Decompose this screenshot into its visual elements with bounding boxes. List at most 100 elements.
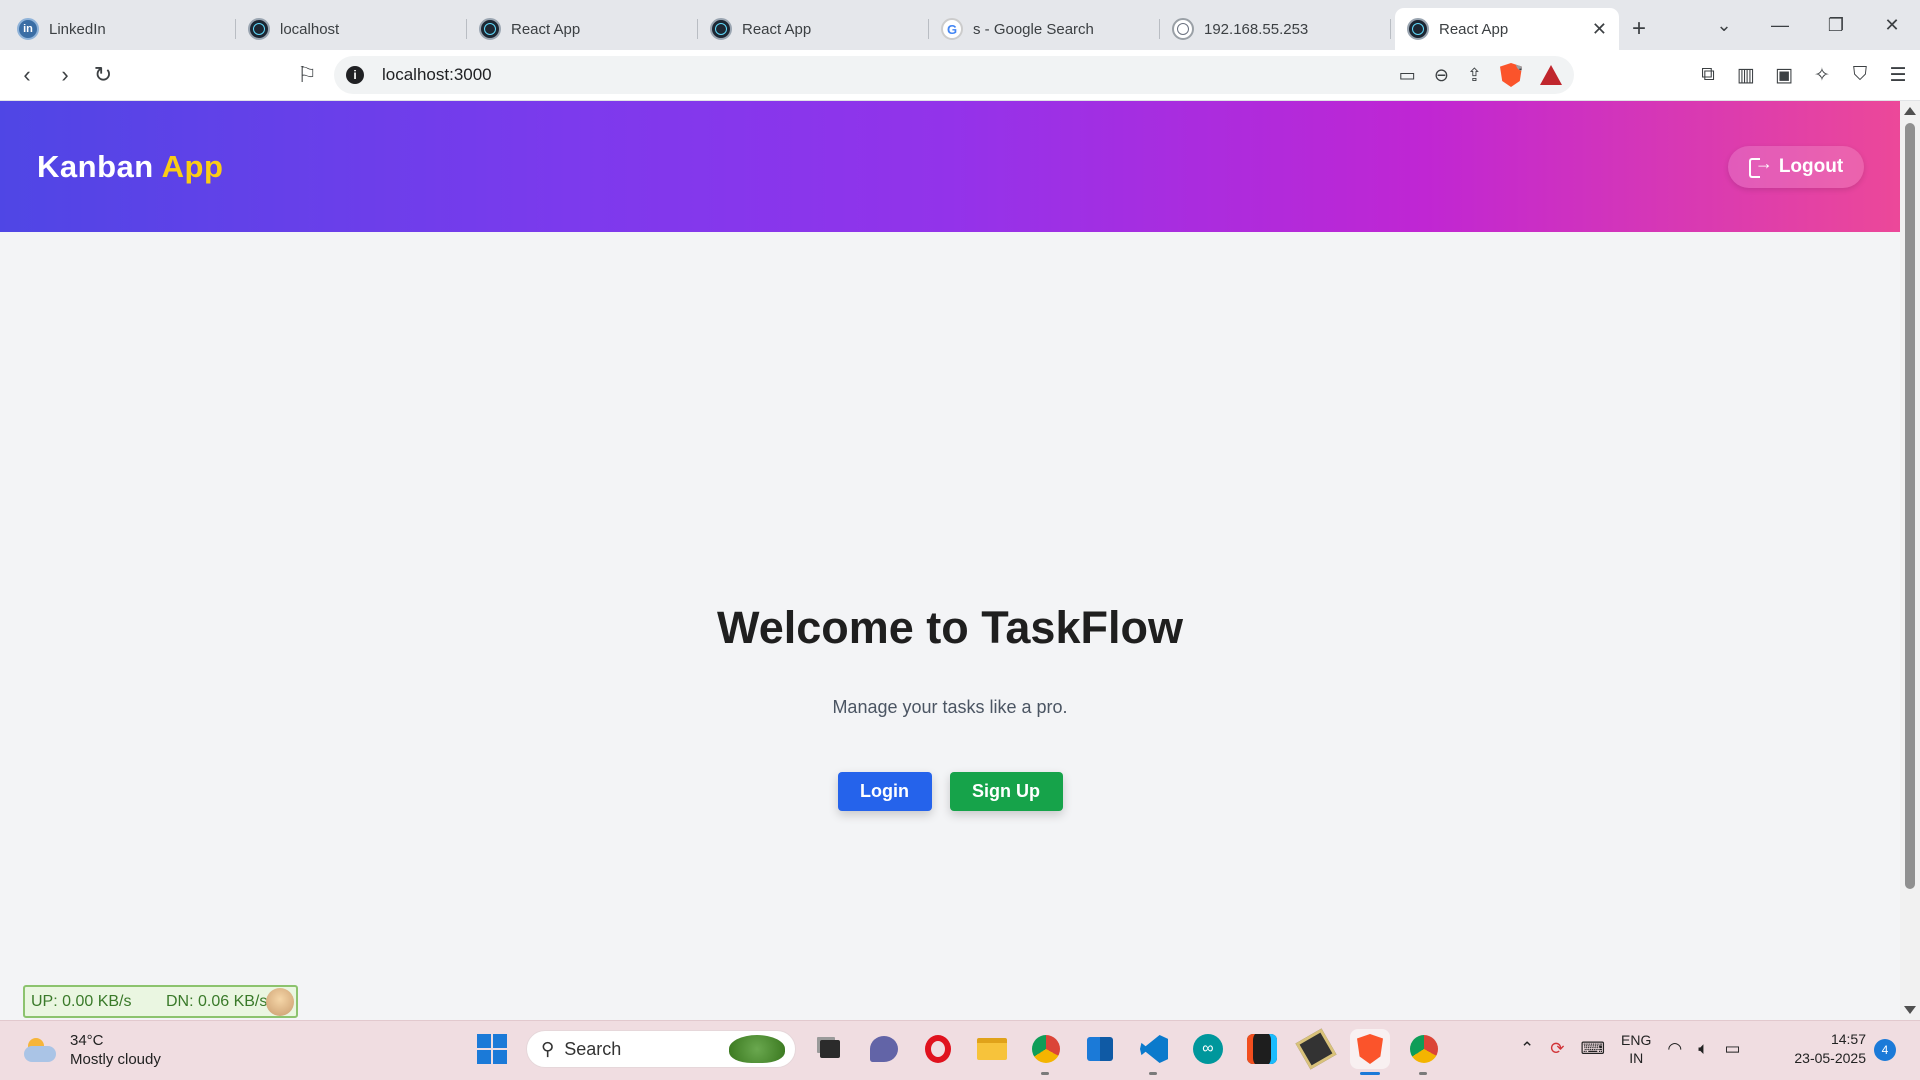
new-tab-button[interactable]: + (1619, 8, 1659, 50)
leo-ai-icon[interactable]: ✧ (1810, 64, 1834, 87)
signup-button[interactable]: Sign Up (949, 772, 1063, 811)
tab-title: localhost (280, 20, 340, 38)
close-window-icon[interactable]: ✕ (1864, 15, 1920, 36)
task-view-icon[interactable] (810, 1029, 850, 1069)
react-icon (1407, 18, 1429, 40)
auth-buttons: Login Sign Up (0, 772, 1900, 811)
wallet-icon[interactable]: ▣ (1772, 64, 1796, 87)
search-highlight-turtle-icon (729, 1035, 785, 1063)
brand-main: Kanban (37, 149, 154, 184)
menu-icon[interactable]: ☰ (1886, 64, 1910, 87)
scroll-thumb[interactable] (1905, 123, 1915, 889)
brand-logo[interactable]: Kanban App (37, 149, 223, 185)
zoom-out-icon[interactable]: ⊖ (1434, 65, 1449, 86)
tab-google-search[interactable]: G s - Google Search (929, 8, 1160, 50)
globe-icon (1172, 18, 1194, 40)
partly-cloudy-icon (24, 1038, 58, 1062)
login-button[interactable]: Login (837, 772, 932, 811)
extensions-icon[interactable]: ⧉ (1696, 64, 1720, 86)
window-controls: ⌄ — ❐ ✕ (1696, 0, 1920, 50)
download-speed: DN: 0.06 KB/s (166, 992, 268, 1010)
tab-linkedin[interactable]: in LinkedIn (5, 8, 236, 50)
toolbar-actions: ⧉ ▥ ▣ ✧ ⛉ ☰ (1696, 56, 1910, 94)
windows-taskbar: 34°C Mostly cloudy ⚲ Search ∞ ⌃ ⟳ ⌨ ENG … (0, 1020, 1920, 1080)
microsoft-store-icon[interactable] (1080, 1029, 1120, 1069)
tab-title: LinkedIn (49, 20, 106, 38)
tab-react-app-2[interactable]: React App (698, 8, 929, 50)
opera-icon[interactable] (918, 1029, 958, 1069)
scroll-down-arrow-icon[interactable] (1904, 1006, 1916, 1014)
teams-chat-icon[interactable] (864, 1029, 904, 1069)
vscode-icon[interactable] (1134, 1029, 1174, 1075)
main-content: Welcome to TaskFlow Manage your tasks li… (0, 232, 1900, 1020)
language-indicator[interactable]: ENG IN (1621, 1031, 1651, 1067)
tab-search-chevron-icon[interactable]: ⌄ (1696, 15, 1752, 36)
search-icon: ⚲ (541, 1038, 555, 1059)
scroll-up-arrow-icon[interactable] (1904, 107, 1916, 115)
search-label: Search (564, 1038, 622, 1059)
logout-label: Logout (1778, 156, 1844, 177)
tab-react-app-active[interactable]: React App ✕ (1395, 8, 1619, 50)
close-tab-icon[interactable]: ✕ (1592, 19, 1607, 40)
url-text[interactable]: localhost:3000 (382, 65, 492, 85)
usb-tool-icon[interactable] (1295, 1028, 1337, 1070)
keyboard-icon[interactable]: ⌨ (1581, 1039, 1606, 1059)
arduino-icon[interactable]: ∞ (1188, 1029, 1228, 1069)
weather-text: 34°C Mostly cloudy (70, 1031, 161, 1069)
taskbar-search[interactable]: ⚲ Search (526, 1030, 796, 1068)
volume-icon[interactable]: 🔈︎ (1698, 1039, 1708, 1059)
brave-browser-icon[interactable] (1350, 1029, 1390, 1075)
share-icon[interactable]: ⇪ (1467, 65, 1482, 86)
restore-icon[interactable]: ❐ (1808, 15, 1864, 36)
lang-top: ENG (1621, 1032, 1652, 1048)
app-header: Kanban App Logout (0, 101, 1900, 232)
google-icon: G (941, 18, 963, 40)
page-subtitle: Manage your tasks like a pro. (832, 697, 1068, 717)
taskbar-apps: ⚲ Search ∞ (472, 1028, 1444, 1075)
chrome-profile-icon[interactable] (1404, 1029, 1444, 1075)
widget-character-icon (266, 988, 294, 1016)
figma-icon[interactable] (1242, 1029, 1282, 1069)
tab-title: React App (1439, 20, 1509, 38)
bookmark-icon[interactable]: ⚐ (288, 56, 326, 94)
battery-icon[interactable]: ▭ (1724, 1039, 1740, 1059)
react-icon (248, 18, 270, 40)
brand-accent: App (161, 149, 224, 184)
sidebar-icon[interactable]: ▥ (1734, 64, 1758, 87)
weather-desc: Mostly cloudy (70, 1051, 161, 1068)
brave-shields-icon[interactable]: 1 (1500, 63, 1522, 87)
minimize-icon[interactable]: — (1752, 15, 1808, 36)
omnibox-actions: ▭ ⊖ ⇪ 1 (1399, 56, 1562, 94)
wifi-icon[interactable]: ◠ (1667, 1039, 1682, 1059)
start-button[interactable] (472, 1029, 512, 1069)
browser-toolbar: ‹ › ↻ ⚐ i localhost:3000 ▭ ⊖ ⇪ 1 ⧉ ▥ ▣ ✧… (0, 50, 1920, 101)
notification-badge[interactable]: 4 (1874, 1039, 1896, 1061)
tab-react-app-1[interactable]: React App (467, 8, 698, 50)
reload-icon[interactable]: ↻ (84, 56, 122, 94)
upload-speed: UP: 0.00 KB/s (31, 992, 132, 1010)
back-icon[interactable]: ‹ (8, 56, 46, 94)
linkedin-icon: in (17, 18, 39, 40)
shields-badge: 1 (1516, 53, 1528, 74)
weather-widget[interactable]: 34°C Mostly cloudy (24, 1031, 161, 1069)
weather-temp: 34°C (70, 1032, 104, 1049)
tab-title: React App (511, 20, 581, 38)
tab-localhost[interactable]: localhost (236, 8, 467, 50)
sync-icon[interactable]: ⟳ (1550, 1039, 1564, 1059)
file-explorer-icon[interactable] (972, 1029, 1012, 1069)
page-scrollbar[interactable] (1900, 101, 1920, 1020)
clock-date: 23-05-2025 (1794, 1050, 1866, 1066)
show-hidden-icons-icon[interactable]: ⌃ (1520, 1039, 1534, 1059)
vpn-icon[interactable]: ⛉ (1848, 64, 1872, 86)
site-info-icon[interactable]: i (346, 66, 364, 84)
react-icon (479, 18, 501, 40)
clock[interactable]: 14:57 23-05-2025 (1770, 1030, 1866, 1068)
forward-icon[interactable]: › (46, 56, 84, 94)
chrome-icon[interactable] (1026, 1029, 1066, 1075)
brave-rewards-icon[interactable] (1540, 65, 1562, 85)
address-bar[interactable]: i localhost:3000 ▭ ⊖ ⇪ 1 (334, 56, 1574, 94)
logout-button[interactable]: Logout (1728, 146, 1864, 188)
tab-ip-address[interactable]: 192.168.55.253 (1160, 8, 1391, 50)
cast-icon[interactable]: ▭ (1399, 65, 1416, 86)
system-tray: ⌃ ⟳ ⌨ ENG IN ◠ 🔈︎ ▭ (1520, 1031, 1741, 1067)
